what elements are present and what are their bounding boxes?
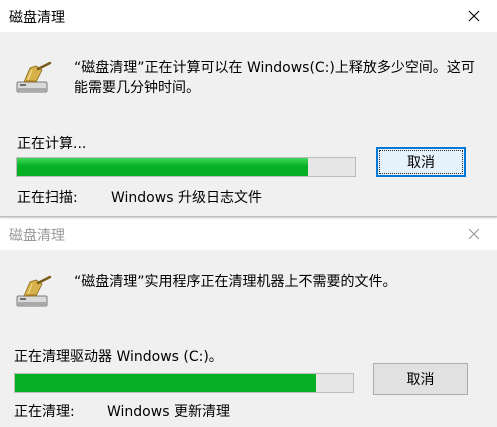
cancel-button[interactable]: 取消 xyxy=(373,363,468,395)
status-message: “磁盘清理”正在计算可以在 Windows(C:)上释放多少空间。这可能需要几分… xyxy=(74,60,475,96)
screen: 磁盘清理 “磁盘清理”正在计算可以在 Windows(C:)上释放多少空间。这可… xyxy=(0,0,497,427)
clean-item: Windows 更新清理 xyxy=(107,404,230,420)
close-button[interactable] xyxy=(451,218,497,250)
title-bar[interactable]: 磁盘清理 xyxy=(0,0,497,32)
close-icon xyxy=(468,10,480,22)
clean-label: 正在清理: xyxy=(14,404,75,420)
window-title: 磁盘清理 xyxy=(9,228,65,244)
scan-item: Windows 升级日志文件 xyxy=(111,190,262,206)
cancel-button[interactable]: 取消 xyxy=(376,147,466,177)
close-button[interactable] xyxy=(451,0,497,32)
disk-cleanup-icon xyxy=(16,61,52,93)
disk-cleanup-dialog-cleaning: 磁盘清理 “磁盘清理”实用程序正在清理机器上不需要的文件。 正在清理驱动器 Wi… xyxy=(0,218,497,427)
progress-status: 正在清理驱动器 Windows (C:)。 xyxy=(14,349,223,365)
progress-bar xyxy=(14,373,354,393)
progress-fill xyxy=(17,158,308,176)
close-icon xyxy=(468,228,480,240)
disk-cleanup-dialog-calculating: 磁盘清理 “磁盘清理”正在计算可以在 Windows(C:)上释放多少空间。这可… xyxy=(0,0,497,217)
scan-label: 正在扫描: xyxy=(17,190,78,206)
progress-status: 正在计算... xyxy=(17,136,87,152)
progress-bar xyxy=(16,157,356,177)
progress-fill xyxy=(15,374,316,392)
disk-cleanup-icon xyxy=(16,275,52,307)
status-message: “磁盘清理”实用程序正在清理机器上不需要的文件。 xyxy=(74,274,397,290)
window-title: 磁盘清理 xyxy=(9,10,65,26)
title-bar[interactable]: 磁盘清理 xyxy=(0,218,497,250)
